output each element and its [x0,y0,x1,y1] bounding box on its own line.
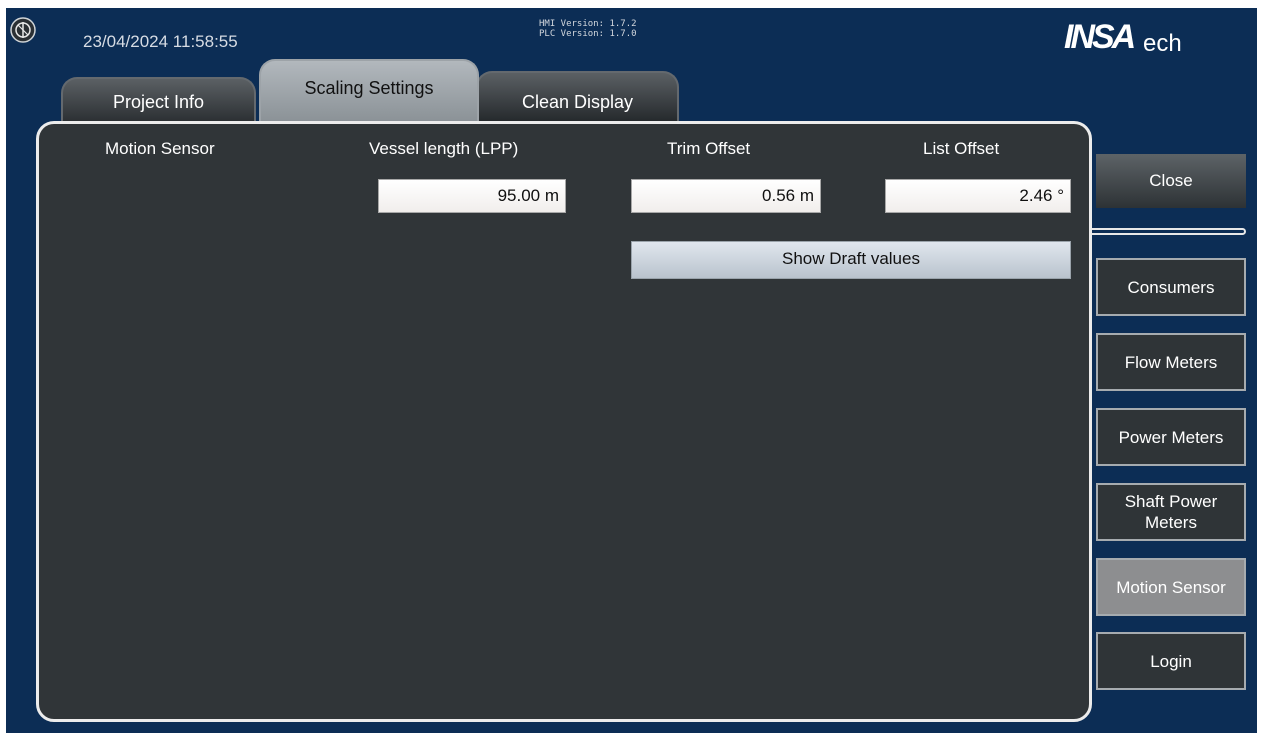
trim-offset-field[interactable]: 0.56 m [631,179,821,213]
nav-motion-sensor[interactable]: Motion Sensor [1096,558,1246,616]
list-offset-label: List Offset [923,139,1000,158]
logo-suffix: ech [1143,30,1182,57]
nav-login[interactable]: Login [1096,632,1246,690]
plc-version: PLC Version: 1.7.0 [539,29,637,39]
logo-brand: INSA [1064,18,1136,56]
tab-scaling-settings[interactable]: Scaling Settings [259,59,479,123]
nav-shaft-power-meters[interactable]: Shaft Power Meters [1096,483,1246,541]
trim-offset-label: Trim Offset [667,139,751,158]
nav-flow-meters[interactable]: Flow Meters [1096,333,1246,391]
hmi-version: HMI Version: 1.7.2 [539,19,637,29]
nav-consumers[interactable]: Consumers [1096,258,1246,316]
company-logo: INSA ech [1064,16,1224,60]
nav-power-meters[interactable]: Power Meters [1096,408,1246,466]
datetime-display: 23/04/2024 11:58:55 [83,32,238,51]
tab-clean-display[interactable]: Clean Display [476,71,679,127]
vessel-length-label: Vessel length (LPP) [369,139,519,158]
vessel-length-field[interactable]: 95.00 m [378,179,566,213]
sidebar-divider [1092,228,1246,235]
hmi-screen: 23/04/2024 11:58:55 HMI Version: 1.7.2 P… [6,8,1257,733]
show-draft-values-button[interactable]: Show Draft values [631,241,1071,279]
scaling-settings-panel: Motion Sensor Vessel length (LPP) Trim O… [36,121,1092,722]
list-offset-field[interactable]: 2.46 ° [885,179,1071,213]
motion-sensor-title: Motion Sensor [105,139,215,158]
close-button[interactable]: Close [1096,154,1246,208]
version-info: HMI Version: 1.7.2 PLC Version: 1.7.0 [539,19,637,39]
power-icon[interactable] [10,17,36,43]
